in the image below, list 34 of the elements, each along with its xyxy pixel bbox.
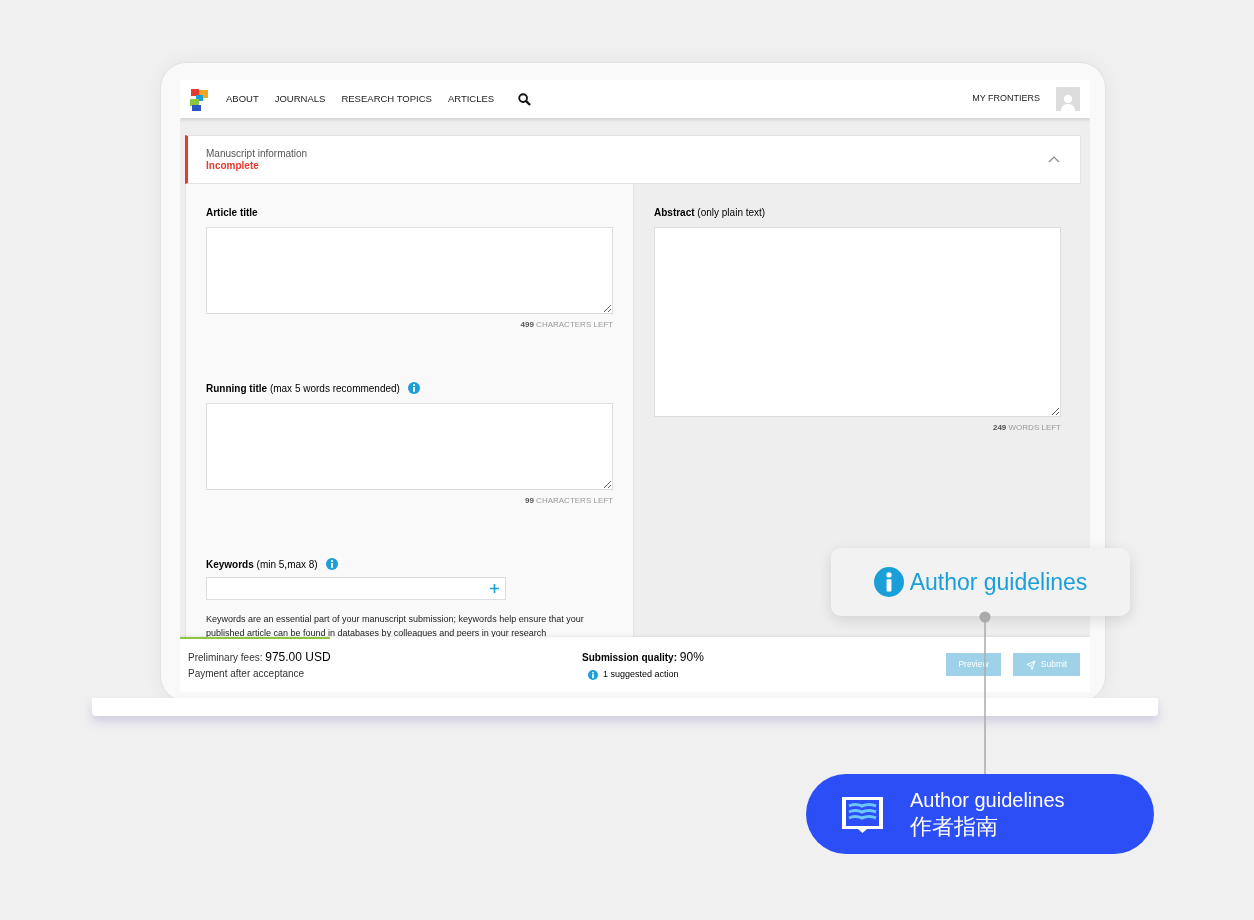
book-icon xyxy=(840,794,885,834)
field-label: Abstract (only plain text) xyxy=(654,205,766,220)
info-icon[interactable] xyxy=(588,669,598,680)
status-text: Incomplete xyxy=(206,159,260,172)
callout-label: Author guidelines xyxy=(909,567,1088,597)
keyword-field[interactable] xyxy=(206,577,506,600)
quality-text: Submission quality: 90% xyxy=(582,648,704,666)
my-frontiers-link[interactable]: MY FRONTIERS xyxy=(972,92,1040,106)
character-counter: 99 CHARACTERS LEFT xyxy=(524,495,613,507)
nav-link[interactable]: JOURNALS xyxy=(274,91,326,107)
field-label: Running title (max 5 words recommended) xyxy=(206,381,400,396)
send-icon xyxy=(1025,659,1036,670)
badge-title: Author guidelines xyxy=(910,788,1065,813)
suggestion-link[interactable]: 1 suggested action xyxy=(603,667,679,682)
payment-note: Payment after acceptance xyxy=(188,667,306,681)
fees-text: Preliminary fees: 975.00 USD xyxy=(188,649,332,666)
cubes-logo[interactable] xyxy=(190,87,209,111)
info-icon[interactable] xyxy=(325,558,338,570)
section-header[interactable]: Manuscript information Incomplete xyxy=(185,135,1081,184)
nav-link[interactable]: ARTICLES xyxy=(447,91,495,107)
info-icon[interactable] xyxy=(407,382,420,394)
badge-subtitle: 作者指南 xyxy=(910,813,999,841)
info-icon[interactable] xyxy=(873,567,904,597)
character-counter: 249 WORDS LEFT xyxy=(992,422,1061,434)
section-title: Manuscript information xyxy=(206,147,308,160)
plus-icon[interactable] xyxy=(490,584,499,593)
field-label: Keywords (min 5,max 8) xyxy=(206,557,318,572)
help-paragraph: Keywords are an essential part of your manuscript submission; keywords help ensure that your published article can be found in databases by colleagues and peers in your research xyxy=(206,613,585,637)
chevron-up-icon[interactable] xyxy=(1048,156,1060,163)
character-counter: 499 CHARACTERS LEFT xyxy=(520,319,613,331)
nav-link[interactable]: ABOUT xyxy=(226,91,259,107)
nav-link[interactable]: RESEARCH TOPICS xyxy=(341,91,432,107)
search-icon[interactable] xyxy=(518,92,532,106)
field-label: Article title xyxy=(206,205,258,220)
